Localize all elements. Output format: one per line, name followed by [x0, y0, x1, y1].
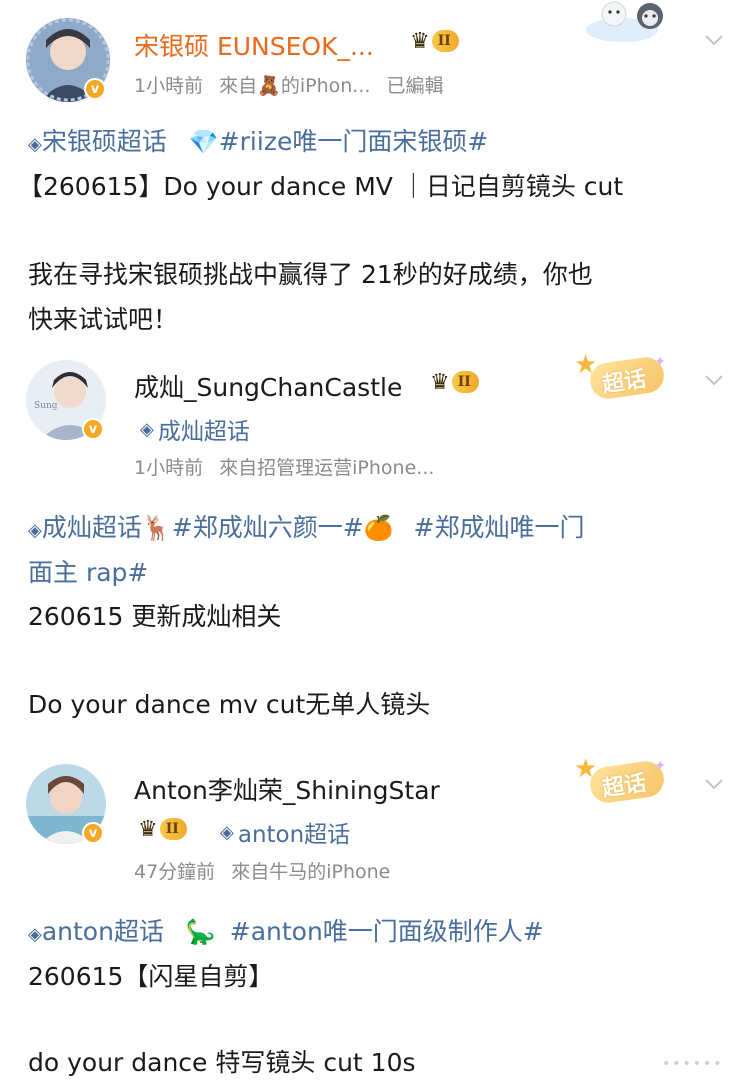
- crown-level: II: [431, 30, 459, 52]
- post-line-3: 260615 更新成灿相关: [28, 602, 282, 631]
- hashtag-link[interactable]: #riize唯一门面宋银硕#: [219, 127, 489, 156]
- diamond-icon: ◈: [28, 520, 42, 541]
- post-line-4: Do your dance mv cut无单人镜头: [28, 690, 431, 719]
- badge-label: 超话: [600, 771, 648, 802]
- crown-level: II: [159, 818, 187, 840]
- crown-icon: ♛: [138, 816, 158, 842]
- hashtag-link[interactable]: #郑成灿唯一门: [414, 513, 585, 542]
- sparkle-icon: ✦: [654, 758, 666, 774]
- user-name[interactable]: 宋银硕 EUNSEOK_...: [134, 27, 374, 63]
- post-line-1: ◈成灿超话🦌#郑成灿六颜一#🍊 #郑成灿唯一门: [28, 508, 584, 544]
- post-line-2: 260615【闪星自剪】: [28, 962, 274, 991]
- hashtag-link-continued[interactable]: 面主 rap#: [28, 558, 148, 587]
- crown-icon: ♛: [410, 28, 430, 54]
- verified-badge-icon: v: [82, 418, 104, 440]
- super-topic-badge[interactable]: ★ 超话 ✦: [572, 350, 668, 410]
- orange-emoji-icon: 🍊: [363, 514, 394, 542]
- dinosaur-emoji-icon: 🦕: [185, 918, 216, 946]
- svg-text:Sung: Sung: [34, 401, 58, 411]
- post-line-1: ◈宋银硕超话 💎#riize唯一门面宋银硕#: [28, 122, 488, 158]
- badge-label: 超话: [600, 367, 648, 398]
- post-time: 47分鐘前: [134, 861, 216, 883]
- post-line-4: 快来试试吧！: [28, 305, 179, 334]
- crown-level-badge[interactable]: ♛ II: [410, 28, 459, 54]
- source-device[interactable]: 來自招管理运营iPhone...: [219, 457, 434, 479]
- hashtag-link[interactable]: #郑成灿六颜一#: [172, 513, 364, 542]
- post-line-1: ◈anton超话 🦕 #anton唯一门面级制作人#: [28, 912, 544, 948]
- sparkle-icon: ✦: [654, 354, 666, 370]
- post-line-2: 【260615】Do your dance MV ｜日记自剪镜头 cut: [18, 172, 624, 201]
- post-meta: 47分鐘前 來自牛马的iPhone: [134, 857, 390, 884]
- chevron-down-icon[interactable]: [704, 774, 724, 794]
- diamond-icon: ◈: [28, 924, 42, 945]
- verified-badge-icon: v: [82, 822, 104, 844]
- star-icon: ★: [574, 350, 598, 380]
- source-device[interactable]: 的iPhon...: [281, 75, 371, 97]
- diamond-icon: ◈: [28, 134, 42, 155]
- crown-icon: ♛: [430, 369, 450, 395]
- teddy-bear-icon: 🧸: [257, 75, 281, 97]
- super-topic-link[interactable]: ◈成灿超话: [28, 513, 142, 542]
- chevron-down-icon[interactable]: [704, 370, 724, 390]
- crown-level-badge[interactable]: ♛ II: [430, 369, 479, 395]
- crown-level: II: [451, 371, 479, 393]
- post-line-3: do your dance 特写镜头 cut 10s: [28, 1048, 416, 1077]
- crown-level-badge[interactable]: ♛ II: [138, 816, 187, 842]
- post-line-3: 我在寻找宋银硕挑战中赢得了 21秒的好成绩，你也: [28, 260, 593, 289]
- super-topic-badge[interactable]: ★ 超话 ✦: [572, 754, 668, 814]
- super-topic-link[interactable]: ◈anton超话: [28, 917, 164, 946]
- gem-emoji-icon: 💎: [188, 128, 219, 156]
- sticker-decoration: [582, 0, 702, 44]
- super-topic-link[interactable]: ◈宋银硕超话: [28, 127, 167, 156]
- user-topic-link[interactable]: ◈ 成灿超话: [140, 412, 250, 446]
- watermark-dots: ••••••: [662, 1056, 724, 1072]
- hashtag-link[interactable]: #anton唯一门面级制作人#: [230, 917, 544, 946]
- diamond-icon: ◈: [140, 418, 154, 440]
- source-prefix: 來自: [219, 75, 258, 97]
- user-name[interactable]: Anton李灿荣_ShiningStar: [134, 771, 440, 807]
- edited-label: 已編輯: [386, 75, 444, 97]
- source-device[interactable]: 來自牛马的iPhone: [231, 861, 390, 883]
- user-topic-link[interactable]: ◈ anton超话: [220, 815, 350, 849]
- star-icon: ★: [574, 754, 598, 784]
- post-time: 1小時前: [134, 457, 204, 479]
- post-meta: 1小時前 來自🧸的iPhon... 已編輯: [134, 71, 443, 98]
- chevron-down-icon[interactable]: [704, 30, 724, 50]
- post-meta: 1小時前 來自招管理运营iPhone...: [134, 453, 434, 480]
- post-line-2: 面主 rap#: [28, 553, 148, 589]
- verified-badge-icon: v: [84, 78, 106, 100]
- user-name[interactable]: 成灿_SungChanCastle: [134, 368, 402, 404]
- deer-emoji-icon: 🦌: [141, 514, 172, 542]
- diamond-icon: ◈: [220, 821, 234, 843]
- post-time: 1小時前: [134, 75, 204, 97]
